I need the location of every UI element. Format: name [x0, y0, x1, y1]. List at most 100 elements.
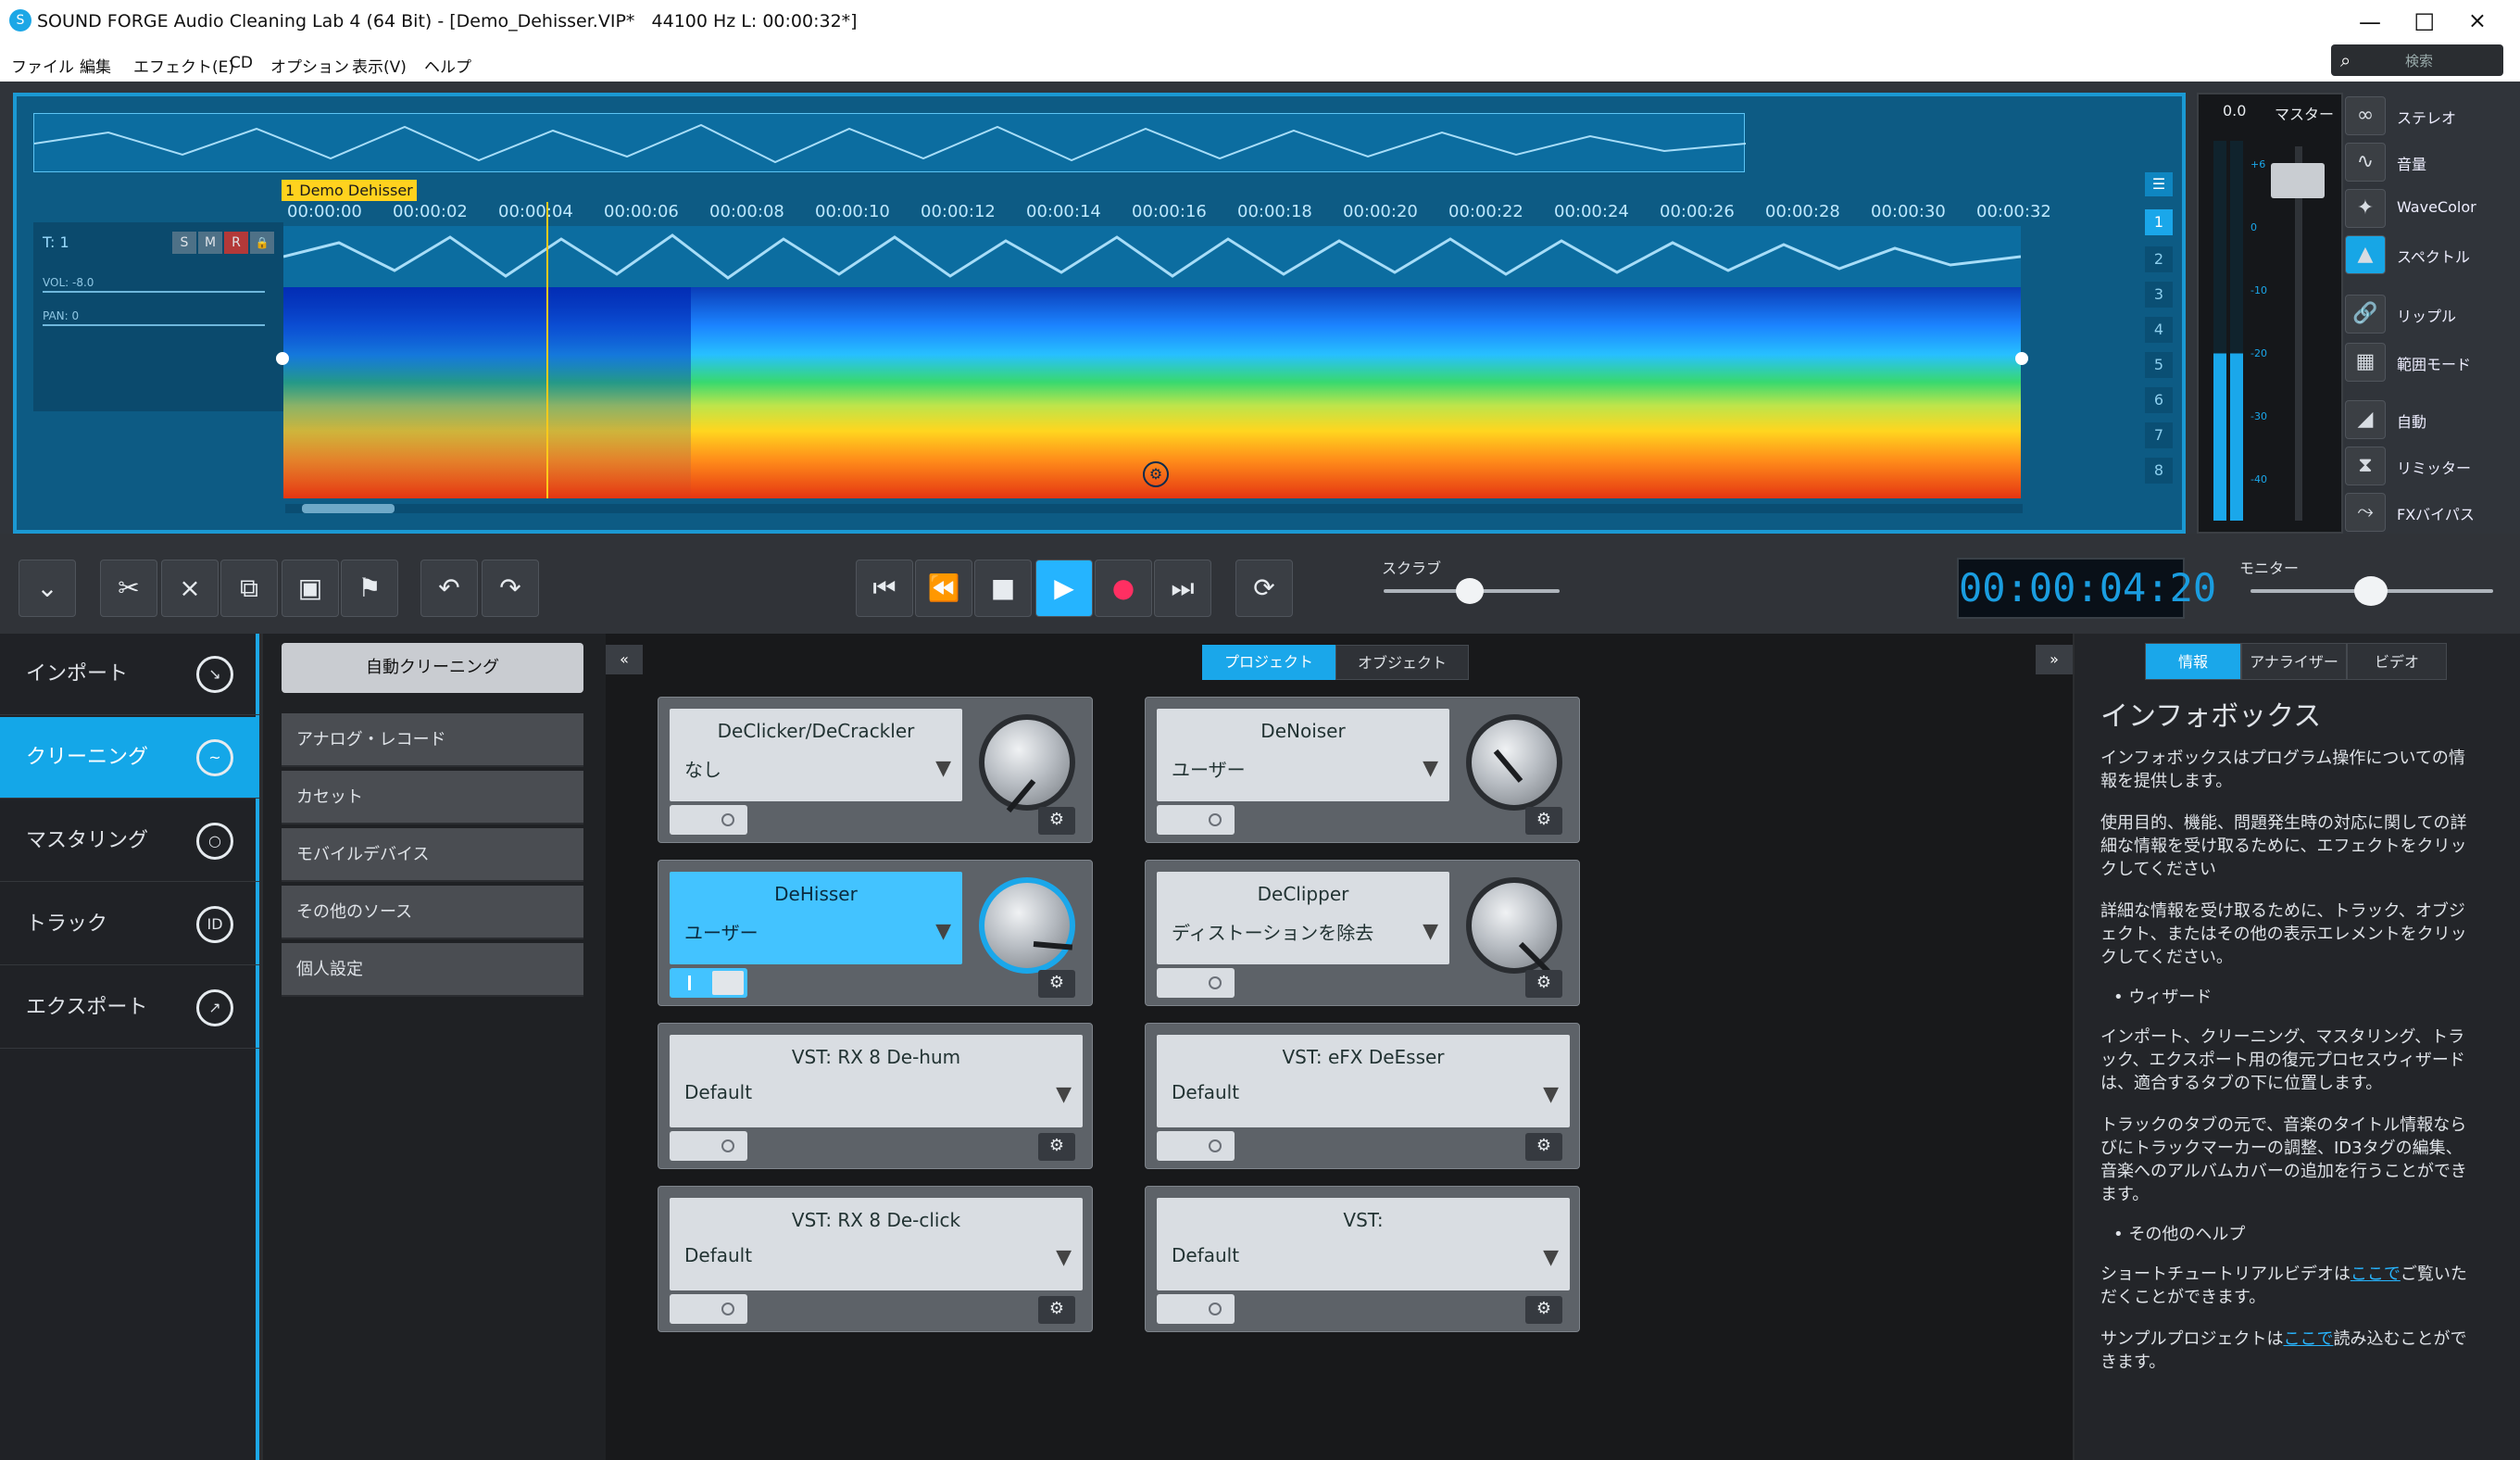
delete-icon[interactable]: ×: [161, 560, 219, 617]
fx-bypass-icon[interactable]: ⤳: [2345, 493, 2386, 532]
menu-file[interactable]: ファイル: [11, 54, 74, 77]
play-icon[interactable]: ▶: [1035, 560, 1093, 617]
fx-toggle[interactable]: [1157, 1131, 1235, 1161]
gear-icon[interactable]: ⚙: [1525, 807, 1562, 835]
loop-icon[interactable]: ⟳: [1235, 560, 1293, 617]
redo-icon[interactable]: ↷: [482, 560, 539, 617]
nav-cleaning[interactable]: クリーニング ~: [0, 717, 259, 799]
expand-right-icon[interactable]: »: [2036, 645, 2073, 674]
nav-export[interactable]: エクスポート ↗: [0, 967, 259, 1049]
dropdown-arrow-icon[interactable]: ▼: [935, 920, 951, 943]
fx-screen[interactable]: DeNoiser ユーザー ▼: [1157, 709, 1449, 801]
mute-button[interactable]: M: [198, 232, 222, 254]
playhead[interactable]: [546, 202, 548, 498]
fx-knob[interactable]: [1466, 877, 1562, 974]
skip-end-icon[interactable]: ⏭: [1154, 560, 1211, 617]
marker-icon[interactable]: ⚑: [341, 560, 398, 617]
previous-icon[interactable]: ⏪: [915, 560, 972, 617]
fx-screen[interactable]: VST: RX 8 De-click Default ▼: [670, 1198, 1083, 1290]
menu-cd[interactable]: CD: [230, 54, 253, 72]
gear-icon[interactable]: ⚙: [1038, 970, 1075, 998]
stereo-icon[interactable]: ∞: [2345, 96, 2386, 135]
tab-info[interactable]: 情報: [2145, 643, 2241, 680]
limiter-icon[interactable]: ⧗: [2345, 447, 2386, 485]
menu-options[interactable]: オプション: [270, 54, 349, 77]
wavecolor-icon[interactable]: ✦: [2345, 189, 2386, 228]
lock-icon[interactable]: 🔒: [250, 232, 274, 254]
fx-toggle[interactable]: [670, 1131, 747, 1161]
tab-video[interactable]: ビデオ: [2347, 643, 2447, 680]
nav-track[interactable]: トラック ID: [0, 884, 259, 965]
spectrogram-center-icon[interactable]: ⚙: [1143, 461, 1169, 487]
dropdown-arrow-icon[interactable]: ▼: [1543, 1246, 1559, 1269]
dropdown-arrow-icon[interactable]: ▼: [935, 757, 951, 780]
scroll-thumb[interactable]: [302, 504, 395, 513]
horizontal-scrollbar[interactable]: [285, 504, 2023, 513]
track-list-icon[interactable]: ☰: [2145, 172, 2173, 196]
tab-analyzer[interactable]: アナライザー: [2241, 643, 2347, 680]
range-mode-icon[interactable]: ▦: [2345, 343, 2386, 382]
spectrum-icon[interactable]: ▲: [2345, 235, 2386, 274]
nav-mastering[interactable]: マスタリング ○: [0, 800, 259, 882]
fx-card-vst-dehum[interactable]: VST: RX 8 De-hum Default ▼ ⚙: [658, 1023, 1093, 1169]
fx-screen[interactable]: VST: Default ▼: [1157, 1198, 1570, 1290]
master-fader-track[interactable]: [2295, 146, 2302, 521]
record-icon[interactable]: ●: [1095, 560, 1152, 617]
master-fader-knob[interactable]: [2271, 163, 2325, 198]
fx-screen[interactable]: DeClipper ディストーションを除去 ▼: [1157, 872, 1449, 964]
fx-knob[interactable]: [979, 877, 1075, 974]
category-other-source[interactable]: その他のソース: [282, 886, 583, 939]
dropdown-arrow-icon[interactable]: ▼: [1423, 920, 1438, 943]
fx-knob[interactable]: [979, 714, 1075, 813]
fx-card-dehisser[interactable]: DeHisser ユーザー ▼ ⚙: [658, 860, 1093, 1006]
spectrogram[interactable]: ⚙: [276, 287, 2028, 498]
auto-icon[interactable]: ◢: [2345, 400, 2386, 439]
fx-toggle[interactable]: [1157, 805, 1235, 835]
gear-icon[interactable]: ⚙: [1525, 1133, 1562, 1161]
fx-card-denoiser[interactable]: DeNoiser ユーザー ▼ ⚙: [1145, 697, 1580, 843]
collapse-icon[interactable]: ⌄: [19, 560, 76, 617]
menu-help[interactable]: ヘルプ: [424, 54, 471, 77]
search-input[interactable]: ⌕ 検索: [2331, 44, 2503, 76]
dropdown-arrow-icon[interactable]: ▼: [1543, 1083, 1559, 1106]
menu-effects[interactable]: エフェクト(E): [133, 54, 234, 77]
monitor-handle[interactable]: [2354, 576, 2388, 606]
track-name-label[interactable]: 1 Demo Dehisser: [282, 180, 417, 201]
volume-icon[interactable]: ∿: [2345, 143, 2386, 182]
gear-icon[interactable]: ⚙: [1038, 1296, 1075, 1324]
sample-project-link[interactable]: ここで: [2283, 1329, 2333, 1349]
fx-toggle[interactable]: [670, 1294, 747, 1324]
track-number[interactable]: 4: [2145, 317, 2173, 343]
fx-toggle[interactable]: [1157, 1294, 1235, 1324]
fx-toggle[interactable]: [1157, 968, 1235, 998]
fx-knob[interactable]: [1466, 714, 1562, 811]
minimize-icon[interactable]: —: [2359, 9, 2381, 35]
fx-card-declicker[interactable]: DeClicker/DeCrackler なし ▼ ⚙: [658, 697, 1093, 843]
track-number[interactable]: 1: [2145, 209, 2173, 235]
menu-view[interactable]: 表示(V): [352, 54, 407, 77]
track-number[interactable]: 3: [2145, 282, 2173, 308]
fx-toggle[interactable]: [670, 968, 747, 998]
tab-project[interactable]: プロジェクト: [1202, 645, 1335, 680]
gear-icon[interactable]: ⚙: [1038, 807, 1075, 835]
track-number[interactable]: 5: [2145, 352, 2173, 378]
pan-slider[interactable]: [43, 324, 265, 326]
scissors-icon[interactable]: ✂: [100, 560, 157, 617]
record-button[interactable]: R: [224, 232, 248, 254]
category-analog-record[interactable]: アナログ・レコード: [282, 713, 583, 767]
fx-screen[interactable]: VST: RX 8 De-hum Default ▼: [670, 1035, 1083, 1127]
auto-cleaning-button[interactable]: 自動クリーニング: [282, 643, 583, 693]
maximize-icon[interactable]: □: [2413, 7, 2435, 33]
menu-edit[interactable]: 編集: [80, 54, 111, 77]
fx-screen[interactable]: DeHisser ユーザー ▼: [670, 872, 962, 964]
collapse-left-icon[interactable]: «: [606, 645, 643, 674]
vol-slider[interactable]: [43, 291, 265, 293]
dropdown-arrow-icon[interactable]: ▼: [1056, 1083, 1072, 1106]
fx-screen[interactable]: DeClicker/DeCrackler なし ▼: [670, 709, 962, 801]
stop-icon[interactable]: ■: [974, 560, 1032, 617]
fx-toggle[interactable]: [670, 805, 747, 835]
ripple-icon[interactable]: 🔗: [2345, 295, 2386, 334]
category-mobile-device[interactable]: モバイルデバイス: [282, 828, 583, 882]
paste-icon[interactable]: ▣: [282, 560, 339, 617]
waveform-panel[interactable]: 1 Demo Dehisser 00:00:00 00:00:02 00:00:…: [13, 93, 2186, 534]
